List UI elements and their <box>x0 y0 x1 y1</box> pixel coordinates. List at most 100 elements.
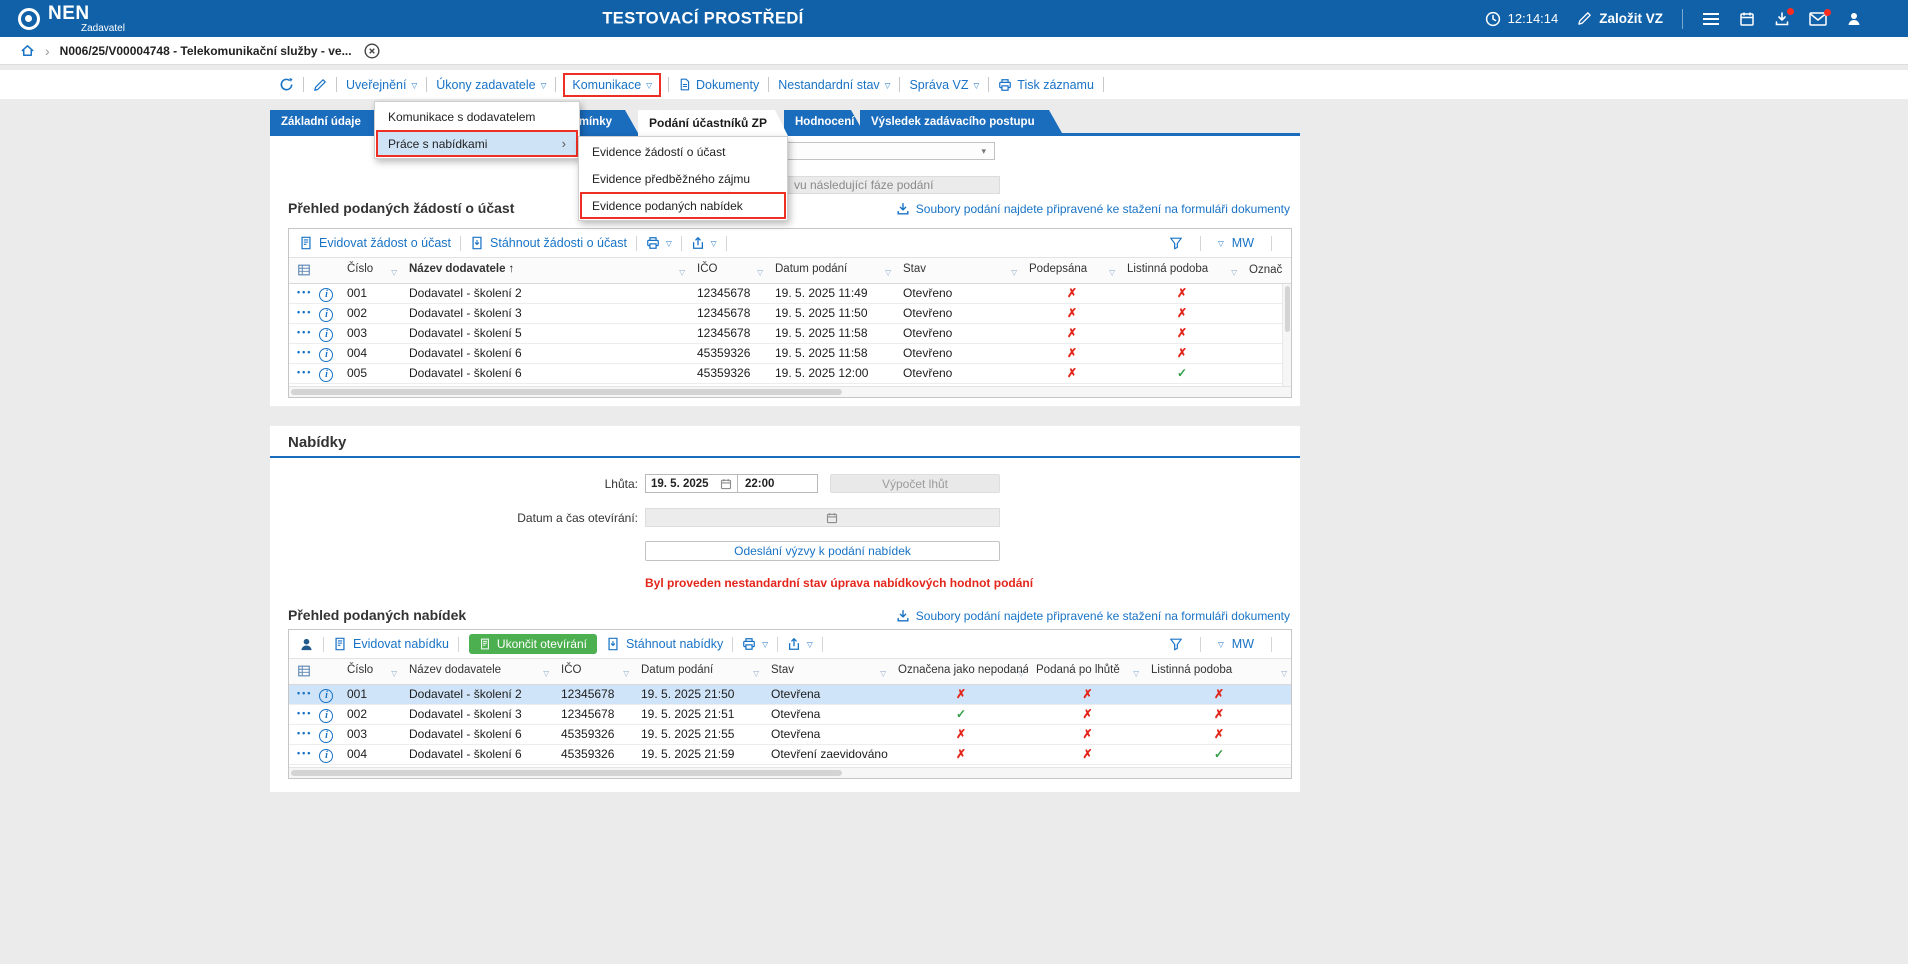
col-ico[interactable]: ▽IČO <box>689 258 767 283</box>
request-row[interactable]: •••i 002 Dodavatel - školení 3 12345678 … <box>289 303 1291 323</box>
col-listinna-podoba[interactable]: ▽Listinná podoba <box>1143 659 1291 684</box>
toolbar-item-ukony-zadavatele[interactable]: Úkony zadavatele▽ <box>436 78 546 92</box>
filter-caret-icon[interactable]: ▽ <box>543 669 549 678</box>
col-cislo[interactable]: ▽Číslo <box>339 659 401 684</box>
filter-caret-icon[interactable]: ▽ <box>391 669 397 678</box>
col-listinna-podoba[interactable]: ▽Listinná podoba <box>1119 258 1241 283</box>
nabidka-row[interactable]: •••i 004 Dodavatel - školení 6 45359326 … <box>289 744 1291 764</box>
calendar-icon[interactable] <box>720 478 732 490</box>
tab-vysledek-zadavaciho-postupu[interactable]: Výsledek zadávacího postupu <box>860 110 1062 133</box>
refresh-icon[interactable] <box>279 77 294 92</box>
info-icon[interactable]: i <box>319 308 333 322</box>
home-icon[interactable] <box>20 43 35 58</box>
print-button[interactable]: ▽ <box>742 637 768 651</box>
tab-podani-ucastniku-zp[interactable]: Podání účastníků ZP <box>638 110 788 136</box>
edit-icon[interactable] <box>313 78 327 92</box>
col-oznacena[interactable]: Označ <box>1241 258 1291 283</box>
main-menu-icon[interactable] <box>1702 12 1720 26</box>
filter-caret-icon[interactable]: ▽ <box>1011 268 1017 277</box>
col-podana-po-lhute[interactable]: ▽Podaná po lhůtě <box>1028 659 1143 684</box>
requests-download-link[interactable]: Soubory podání najdete připravené ke sta… <box>896 202 1290 216</box>
grid-settings-icon[interactable] <box>297 664 311 678</box>
create-vz-button[interactable]: Založit VZ <box>1577 11 1663 26</box>
filter-caret-icon[interactable]: ▽ <box>391 268 397 277</box>
filter-caret-icon[interactable]: ▽ <box>885 268 891 277</box>
filter-caret-icon[interactable]: ▽ <box>679 268 685 277</box>
filter-caret-icon[interactable]: ▽ <box>1281 669 1287 678</box>
info-icon[interactable]: i <box>319 709 333 723</box>
request-row[interactable]: •••i 005 Dodavatel - školení 6 45359326 … <box>289 363 1291 383</box>
print-button[interactable]: ▽ <box>646 236 672 250</box>
filter-caret-icon[interactable]: ▽ <box>1109 268 1115 277</box>
info-icon[interactable]: i <box>319 368 333 382</box>
col-datum-podani[interactable]: ▽Datum podání <box>767 258 895 283</box>
stahnout-nabidky-button[interactable]: Stáhnout nabídky <box>606 637 723 651</box>
toolbar-item-komunikace[interactable]: Komunikace▽ <box>563 73 661 97</box>
row-actions-icon[interactable]: ••• <box>297 688 312 698</box>
row-actions-icon[interactable]: ••• <box>297 287 312 297</box>
info-icon[interactable]: i <box>319 288 333 302</box>
nen-logo[interactable]: NEN Zadavatel <box>18 4 125 34</box>
menu-item-evidence-predbezneho-zajmu[interactable]: Evidence předběžného zájmu <box>580 165 786 192</box>
menu-item-evidence-zadosti[interactable]: Evidence žádostí o účast <box>580 138 786 165</box>
request-row[interactable]: •••i 004 Dodavatel - školení 6 45359326 … <box>289 343 1291 363</box>
info-icon[interactable]: i <box>319 749 333 763</box>
filter-caret-icon[interactable]: ▽ <box>1218 240 1224 248</box>
user-icon[interactable] <box>1846 11 1862 27</box>
row-actions-icon[interactable]: ••• <box>297 748 312 758</box>
stahnout-zadosti-button[interactable]: Stáhnout žádosti o účast <box>470 236 627 250</box>
vypocet-lhut-button[interactable]: Výpočet lhůt <box>830 474 1000 493</box>
tab-zakladni-udaje[interactable]: Základní údaje <box>270 110 380 133</box>
lhuta-date-input[interactable]: 19. 5. 2025 <box>645 474 738 493</box>
filter-caret-icon[interactable]: ▽ <box>1231 268 1237 277</box>
row-actions-icon[interactable]: ••• <box>297 307 312 317</box>
filter-caret-icon[interactable]: ▽ <box>623 669 629 678</box>
export-button[interactable]: ▽ <box>691 236 717 250</box>
tab-hodnoceni[interactable]: Hodnocení <box>784 110 864 133</box>
export-button[interactable]: ▽ <box>787 637 813 651</box>
odeslani-vyzvy-button[interactable]: Odeslání výzvy k podání nabídek <box>645 541 1000 561</box>
mw-toggle[interactable]: MW <box>1232 637 1254 651</box>
col-stav[interactable]: ▽Stav <box>895 258 1021 283</box>
nabidky-download-link[interactable]: Soubory podání najdete připravené ke sta… <box>896 609 1290 623</box>
row-actions-icon[interactable]: ••• <box>297 347 312 357</box>
info-icon[interactable]: i <box>319 348 333 362</box>
evidovat-nabidku-button[interactable]: Evidovat nabídku <box>333 637 449 651</box>
info-icon[interactable]: i <box>319 328 333 342</box>
row-actions-icon[interactable]: ••• <box>297 327 312 337</box>
col-nazev-dodavatele[interactable]: ▽Název dodavatele↑ <box>401 258 689 283</box>
row-actions-icon[interactable]: ••• <box>297 367 312 377</box>
nabidka-row[interactable]: •••i 003 Dodavatel - školení 6 45359326 … <box>289 724 1291 744</box>
col-podepsana[interactable]: ▽Podepsána <box>1021 258 1119 283</box>
filter-caret-icon[interactable]: ▽ <box>1218 641 1224 649</box>
menu-item-evidence-podanych-nabidek[interactable]: Evidence podaných nabídek <box>580 192 786 219</box>
messages-icon[interactable] <box>1809 12 1827 26</box>
filter-caret-icon[interactable]: ▽ <box>1133 669 1139 678</box>
toolbar-item-dokumenty[interactable]: Dokumenty <box>678 78 759 92</box>
col-ico[interactable]: ▽IČO <box>553 659 633 684</box>
menu-item-komunikace-s-dodavatelem[interactable]: Komunikace s dodavatelem <box>376 103 578 130</box>
filter-caret-icon[interactable]: ▽ <box>757 268 763 277</box>
info-icon[interactable]: i <box>319 689 333 703</box>
request-row[interactable]: •••i 001 Dodavatel - školení 2 12345678 … <box>289 283 1291 303</box>
request-row[interactable]: •••i 003 Dodavatel - školení 5 12345678 … <box>289 323 1291 343</box>
filter-icon[interactable] <box>1169 236 1183 250</box>
evidovat-zadost-button[interactable]: Evidovat žádost o účast <box>299 236 451 250</box>
grid-settings-icon[interactable] <box>297 263 311 277</box>
mw-toggle[interactable]: MW <box>1232 236 1254 250</box>
column-settings[interactable] <box>289 659 339 684</box>
vertical-scrollbar[interactable] <box>1282 284 1291 386</box>
breadcrumb-record[interactable]: N006/25/V00004748 - Telekomunikační služ… <box>60 44 352 58</box>
toolbar-item-sprava-vz[interactable]: Správa VZ▽ <box>909 78 979 92</box>
col-stav[interactable]: ▽Stav <box>763 659 890 684</box>
row-actions-icon[interactable]: ••• <box>297 728 312 738</box>
filter-icon[interactable] <box>1169 637 1183 651</box>
col-cislo[interactable]: ▽Číslo <box>339 258 401 283</box>
column-settings[interactable] <box>289 258 339 283</box>
toolbar-item-tisk-zaznamu[interactable]: Tisk záznamu <box>998 78 1094 92</box>
downloads-icon[interactable] <box>1774 11 1790 27</box>
lhuta-time-input[interactable]: 22:00 <box>737 474 818 493</box>
nabidka-row[interactable]: •••i 002 Dodavatel - školení 3 12345678 … <box>289 704 1291 724</box>
filter-caret-icon[interactable]: ▽ <box>880 669 886 678</box>
menu-item-prace-s-nabidkami[interactable]: Práce s nabídkami› <box>376 130 578 157</box>
